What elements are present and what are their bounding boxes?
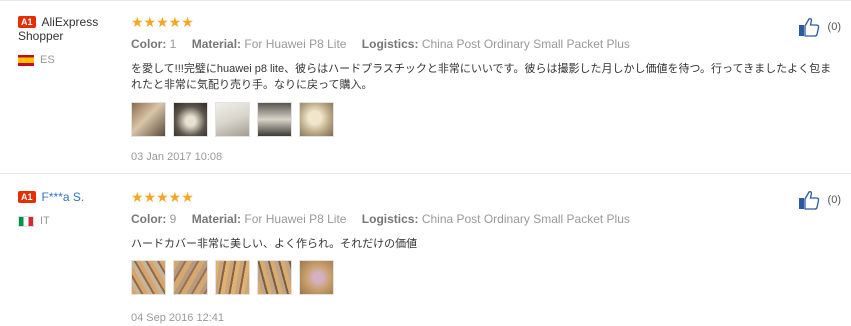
review-text: ハードカバー非常に美しい、よく作られ。それだけの価値 xyxy=(131,238,418,250)
review-content: ★★★★★ Color: 9 Material: For Huawei P8 L… xyxy=(131,190,781,324)
review-photo-thumbnail[interactable] xyxy=(131,260,166,295)
order-attributes: Color: 9 Material: For Huawei P8 Lite Lo… xyxy=(131,212,781,226)
thumbs-up-icon[interactable] xyxy=(798,17,820,37)
review-text: を愛して!!!完璧にhuawei p8 lite、彼らはハードプラスチックと非常… xyxy=(131,63,832,91)
review-photo-thumbnail[interactable] xyxy=(257,260,292,295)
buyer-level-badge: A1 xyxy=(18,191,36,203)
color-label: Color: xyxy=(131,212,167,226)
logistics-value: China Post Ordinary Small Packet Plus xyxy=(421,212,630,226)
review-photo-thumbnail[interactable] xyxy=(131,102,166,137)
star-rating: ★★★★★ xyxy=(131,189,194,205)
review-content: ★★★★★ Color: 1 Material: For Huawei P8 L… xyxy=(131,14,831,163)
material-label: Material: xyxy=(191,37,242,51)
review-date: 04 Sep 2016 12:41 xyxy=(131,312,224,324)
thumbs-up-icon[interactable] xyxy=(798,190,820,210)
helpful-vote[interactable]: (0) xyxy=(798,17,841,37)
reviewer-country: ES xyxy=(18,54,123,66)
spain-flag-icon xyxy=(18,54,34,66)
reviewer-info: A1 F***a S. IT xyxy=(18,190,123,227)
star-rating: ★★★★★ xyxy=(131,14,194,30)
review-photos xyxy=(131,102,781,137)
material-value: For Huawei P8 Lite xyxy=(244,212,347,226)
review-item: A1 AliExpress Shopper ES ★★★★★ Color: 1 M… xyxy=(0,0,851,174)
logistics-value: China Post Ordinary Small Packet Plus xyxy=(421,37,630,51)
italy-flag-icon xyxy=(18,215,34,227)
reviewer-name[interactable]: F***a S. xyxy=(42,190,85,204)
color-label: Color: xyxy=(131,37,167,51)
helpful-vote[interactable]: (0) xyxy=(798,190,841,210)
material-value: For Huawei P8 Lite xyxy=(244,37,347,51)
logistics-label: Logistics: xyxy=(361,212,419,226)
buyer-level-badge: A1 xyxy=(18,16,36,28)
review-photo-thumbnail[interactable] xyxy=(173,260,208,295)
helpful-count: (0) xyxy=(827,21,841,33)
review-photo-thumbnail[interactable] xyxy=(257,102,292,137)
review-date: 03 Jan 2017 10:08 xyxy=(131,151,223,163)
reviewer-info: A1 AliExpress Shopper ES xyxy=(18,15,123,66)
review-photo-thumbnail[interactable] xyxy=(299,260,334,295)
review-photos xyxy=(131,260,781,295)
review-photo-thumbnail[interactable] xyxy=(215,102,250,137)
helpful-count: (0) xyxy=(827,194,841,206)
material-label: Material: xyxy=(191,212,242,226)
review-item: A1 F***a S. IT ★★★★★ Color: 9 Material: F… xyxy=(0,172,851,326)
review-photo-thumbnail[interactable] xyxy=(299,102,334,137)
color-value: 9 xyxy=(169,212,177,226)
review-photo-thumbnail[interactable] xyxy=(215,260,250,295)
country-code: ES xyxy=(40,54,55,66)
reviewer-country: IT xyxy=(18,215,123,227)
color-value: 1 xyxy=(169,37,177,51)
review-photo-thumbnail[interactable] xyxy=(173,102,208,137)
logistics-label: Logistics: xyxy=(361,37,419,51)
order-attributes: Color: 1 Material: For Huawei P8 Lite Lo… xyxy=(131,37,781,51)
country-code: IT xyxy=(40,215,50,227)
